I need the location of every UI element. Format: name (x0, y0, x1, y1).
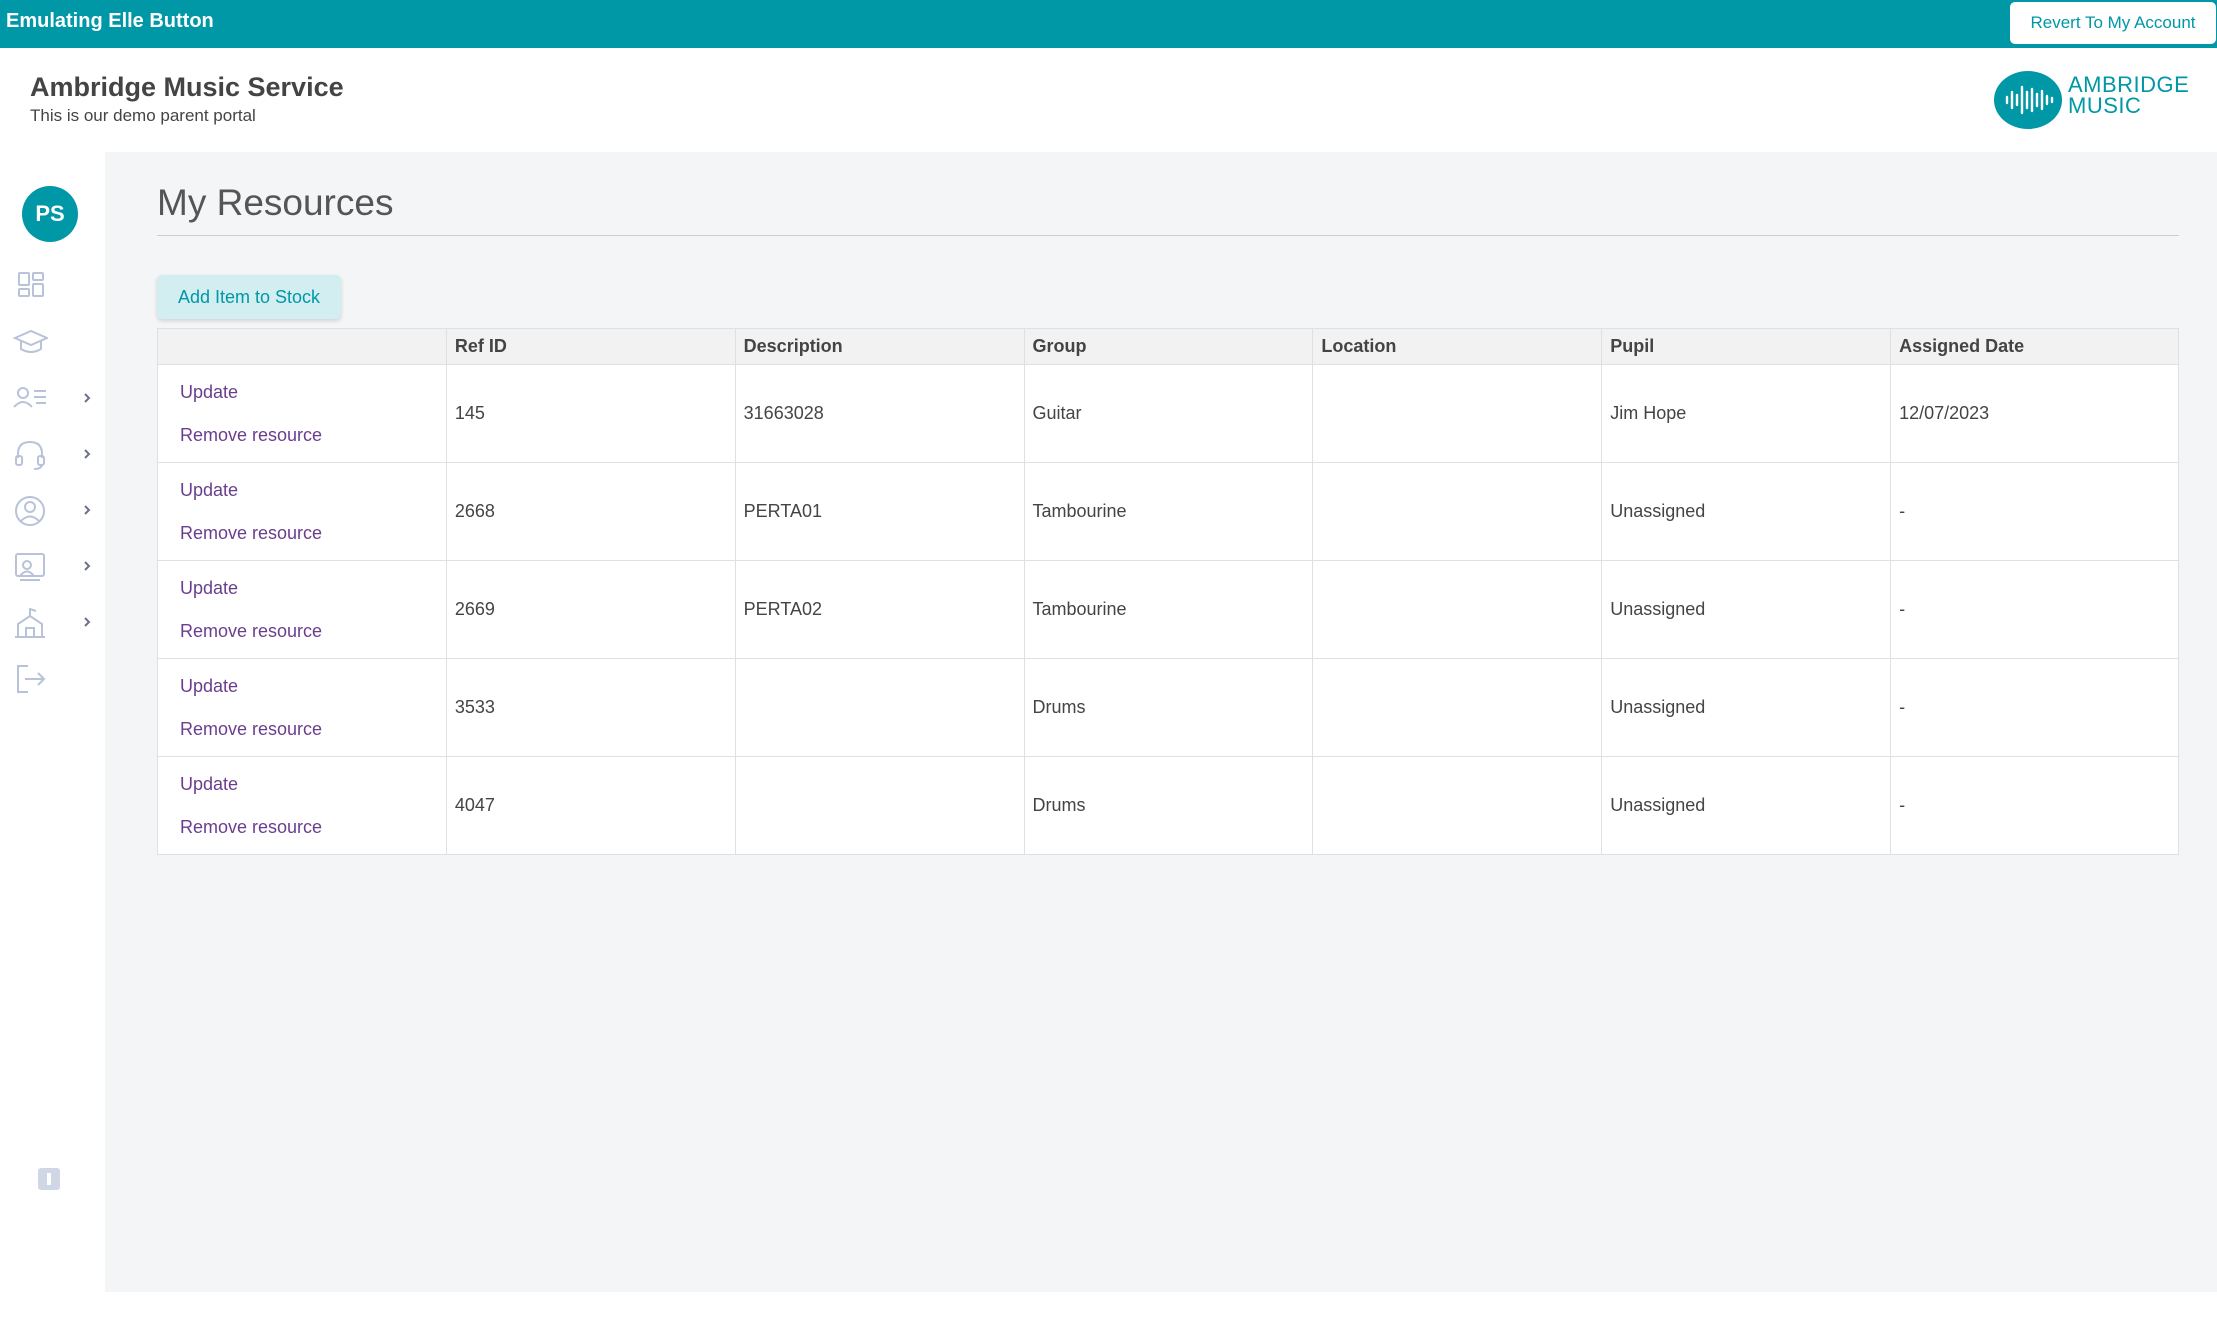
ambridge-music-logo[interactable]: AMBRIDGE MUSIC (1992, 70, 2192, 130)
cell-pupil: Unassigned (1601, 658, 1892, 757)
cell-description: 31663028 (734, 364, 1025, 463)
column-header-description[interactable]: Description (734, 328, 1025, 365)
sidebar-item-support[interactable] (8, 432, 98, 476)
cell-group: Tambourine (1023, 560, 1314, 659)
column-header-assigned-date[interactable]: Assigned Date (1890, 328, 2179, 365)
row-actions: Update Remove resource (157, 364, 447, 463)
sidebar-item-schools[interactable] (8, 600, 98, 644)
title-divider (157, 235, 2179, 236)
service-subtitle: This is our demo parent portal (30, 106, 256, 125)
table-row: Update Remove resource 2669 PERTA02 Tamb… (157, 560, 2179, 659)
sound-wave-logo-icon (1994, 71, 2062, 129)
classroom-icon (15, 553, 45, 581)
cell-description: PERTA01 (734, 462, 1025, 561)
row-actions: Update Remove resource (157, 756, 447, 855)
cell-ref-id: 2669 (445, 560, 736, 659)
row-actions: Update Remove resource (157, 658, 447, 757)
sidebar-item-education[interactable] (8, 320, 98, 364)
resources-table: Ref ID Description Group Location Pupil … (157, 328, 2179, 855)
remove-resource-link[interactable]: Remove resource (180, 718, 446, 740)
add-item-to-stock-button[interactable]: Add Item to Stock (157, 275, 341, 319)
cell-pupil: Unassigned (1601, 560, 1892, 659)
user-list-icon (13, 387, 46, 408)
cell-assigned-date: - (1890, 756, 2179, 855)
cell-location (1312, 462, 1603, 561)
info-icon[interactable] (38, 1168, 60, 1190)
remove-resource-link[interactable]: Remove resource (180, 816, 446, 838)
cell-ref-id: 145 (445, 364, 736, 463)
cell-location (1312, 560, 1603, 659)
logo-line-2: MUSIC (2068, 93, 2142, 118)
logout-icon (17, 665, 46, 693)
emulation-banner: Emulating Elle Button Revert To My Accou… (0, 0, 2217, 48)
cell-description (734, 756, 1025, 855)
headset-icon (15, 440, 45, 470)
chevron-right-icon (84, 505, 91, 515)
cell-ref-id: 4047 (445, 756, 736, 855)
update-link[interactable]: Update (180, 479, 446, 501)
page-footer-strip (0, 1292, 2217, 1317)
cell-pupil: Unassigned (1601, 756, 1892, 855)
cell-assigned-date: 12/07/2023 (1890, 364, 2179, 463)
sidebar: PS (0, 152, 105, 1292)
building-music-icon (15, 607, 45, 638)
column-header-actions (157, 328, 447, 365)
update-link[interactable]: Update (180, 675, 446, 697)
cell-ref-id: 3533 (445, 658, 736, 757)
avatar[interactable]: PS (22, 186, 78, 242)
column-header-pupil[interactable]: Pupil (1601, 328, 1892, 365)
service-title: Ambridge Music Service (30, 72, 344, 102)
column-header-location[interactable]: Location (1312, 328, 1603, 365)
page-title: My Resources (157, 182, 394, 223)
cell-assigned-date: - (1890, 658, 2179, 757)
cell-assigned-date: - (1890, 560, 2179, 659)
column-header-ref-id[interactable]: Ref ID (445, 328, 736, 365)
cell-assigned-date: - (1890, 462, 2179, 561)
cell-location (1312, 658, 1603, 757)
remove-resource-link[interactable]: Remove resource (180, 522, 446, 544)
cell-ref-id: 2668 (445, 462, 736, 561)
cell-location (1312, 364, 1603, 463)
cell-pupil: Jim Hope (1601, 364, 1892, 463)
cell-location (1312, 756, 1603, 855)
user-circle-icon (15, 496, 45, 526)
table-row: Update Remove resource 2668 PERTA01 Tamb… (157, 462, 2179, 561)
revert-account-button[interactable]: Revert To My Account (2010, 2, 2216, 44)
cell-group: Drums (1023, 658, 1314, 757)
graduation-cap-icon (12, 329, 48, 353)
sidebar-item-pupils[interactable] (8, 376, 98, 420)
sidebar-item-dashboard[interactable] (8, 264, 98, 308)
site-header: Ambridge Music Service This is our demo … (0, 48, 2217, 152)
main-content: My Resources Add Item to Stock Ref ID De… (105, 152, 2217, 1292)
sidebar-item-account[interactable] (8, 488, 98, 532)
table-header-row: Ref ID Description Group Location Pupil … (157, 328, 2179, 365)
update-link[interactable]: Update (180, 381, 446, 403)
cell-group: Guitar (1023, 364, 1314, 463)
chevron-right-icon (84, 561, 91, 571)
chevron-right-icon (84, 393, 91, 403)
table-row: Update Remove resource 3533 Drums Unassi… (157, 658, 2179, 757)
column-header-group[interactable]: Group (1023, 328, 1314, 365)
remove-resource-link[interactable]: Remove resource (180, 620, 446, 642)
sidebar-item-lessons[interactable] (8, 544, 98, 588)
dashboard-icon (18, 272, 44, 297)
table-row: Update Remove resource 145 31663028 Guit… (157, 364, 2179, 463)
chevron-right-icon (84, 617, 91, 627)
emulation-text: Emulating Elle Button (6, 10, 214, 32)
row-actions: Update Remove resource (157, 462, 447, 561)
cell-group: Drums (1023, 756, 1314, 855)
update-link[interactable]: Update (180, 773, 446, 795)
logo-wordmark: AMBRIDGE MUSIC (2068, 72, 2190, 118)
sidebar-item-logout[interactable] (8, 656, 98, 700)
cell-group: Tambourine (1023, 462, 1314, 561)
cell-description (734, 658, 1025, 757)
table-row: Update Remove resource 4047 Drums Unassi… (157, 756, 2179, 855)
remove-resource-link[interactable]: Remove resource (180, 424, 446, 446)
cell-description: PERTA02 (734, 560, 1025, 659)
update-link[interactable]: Update (180, 577, 446, 599)
cell-pupil: Unassigned (1601, 462, 1892, 561)
row-actions: Update Remove resource (157, 560, 447, 659)
chevron-right-icon (84, 449, 91, 459)
logo-line-1: AMBRIDGE (2068, 72, 2190, 97)
